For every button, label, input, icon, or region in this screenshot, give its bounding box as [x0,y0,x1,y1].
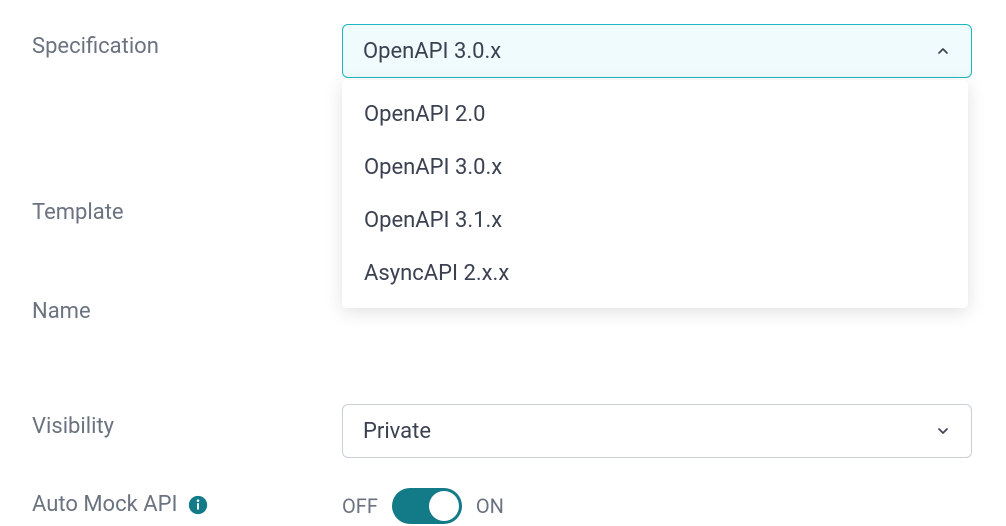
specification-row: Specification OpenAPI 3.0.x OpenAPI 2.0 … [32,24,974,78]
visibility-select[interactable]: Private [342,404,972,458]
specification-select[interactable]: OpenAPI 3.0.x [342,24,972,78]
auto-mock-label: Auto Mock API [32,492,177,517]
visibility-label: Visibility [32,404,342,439]
chevron-down-icon [935,423,951,439]
template-label: Template [32,190,342,225]
toggle-knob [429,491,459,521]
visibility-selected-value: Private [363,419,431,444]
toggle-off-text: OFF [342,494,378,518]
specification-option[interactable]: OpenAPI 3.0.x [342,141,968,194]
auto-mock-toggle[interactable] [392,488,462,524]
specification-selected-value: OpenAPI 3.0.x [363,39,501,64]
chevron-up-icon [935,43,951,59]
specification-option[interactable]: OpenAPI 3.1.x [342,194,968,247]
specification-label: Specification [32,24,342,59]
specification-dropdown: OpenAPI 2.0 OpenAPI 3.0.x OpenAPI 3.1.x … [342,80,968,308]
specification-option[interactable]: AsyncAPI 2.x.x [342,247,968,300]
info-icon[interactable] [187,494,209,516]
auto-mock-label-group: Auto Mock API [32,482,342,517]
name-label: Name [32,289,342,324]
specification-option[interactable]: OpenAPI 2.0 [342,88,968,141]
toggle-on-text: ON [476,494,504,518]
auto-mock-row: Auto Mock API OFF ON [32,482,974,524]
visibility-row: Visibility Private [32,404,974,458]
